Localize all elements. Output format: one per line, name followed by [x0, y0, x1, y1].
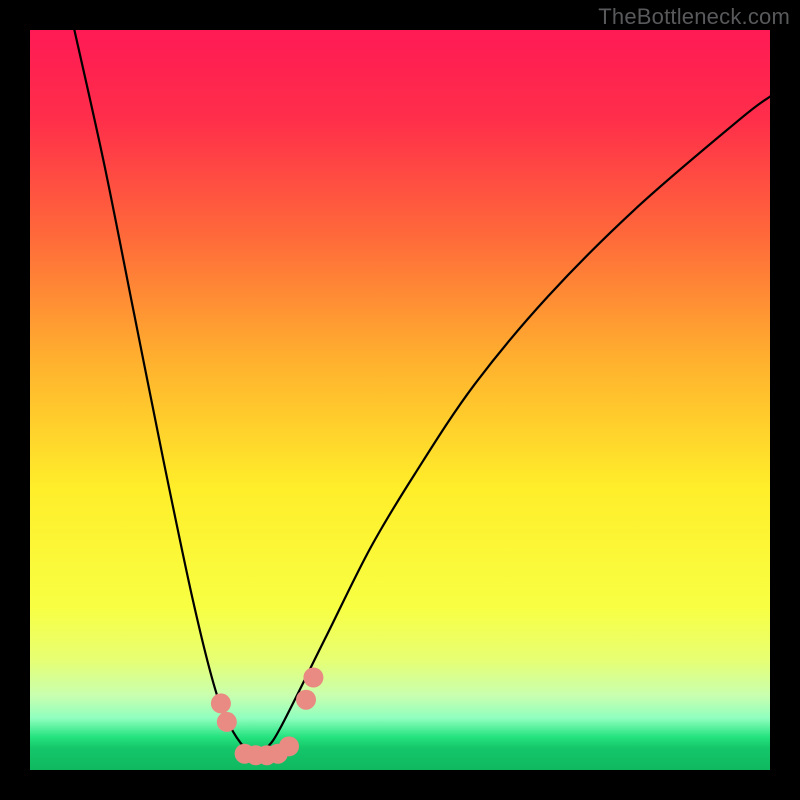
plot-background: [30, 30, 770, 770]
chart-frame: TheBottleneck.com: [0, 0, 800, 800]
highlight-dot: [217, 712, 237, 732]
highlight-dot: [211, 693, 231, 713]
highlight-dot: [303, 668, 323, 688]
highlight-dot: [279, 736, 299, 756]
chart-canvas: [0, 0, 800, 800]
watermark-text: TheBottleneck.com: [598, 4, 790, 30]
highlight-dot: [296, 690, 316, 710]
